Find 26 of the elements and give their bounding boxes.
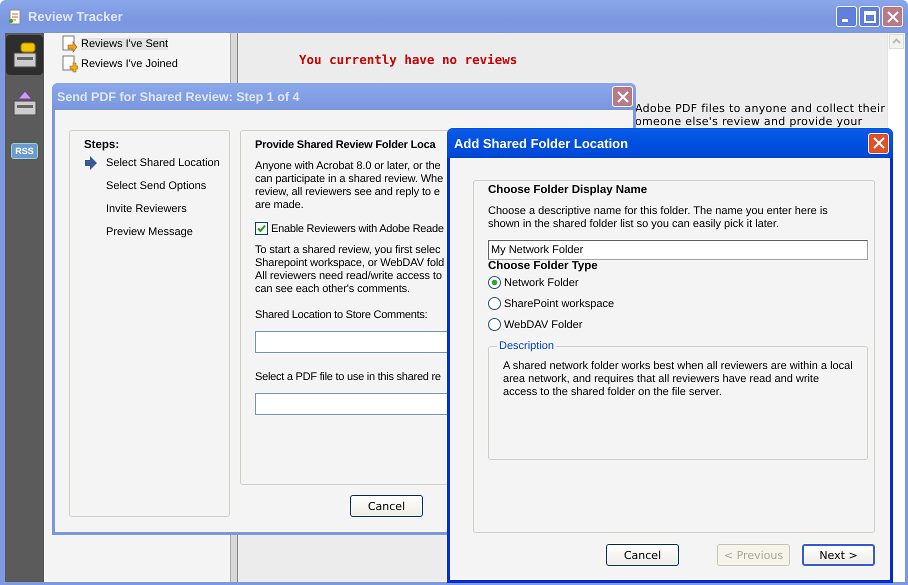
info-text: omeone else's review and provide your [635,115,864,128]
section-heading: Choose Folder Type [488,260,599,272]
steps-heading: Steps: [84,139,120,151]
step-label: Invite Reviewers [106,202,187,214]
section-heading: Choose Folder Display Name [488,184,648,196]
step-label: Select Shared Location [106,156,220,168]
checkbox-label: Enable Reviewers with Adobe Reade [271,222,444,234]
section-heading: Provide Shared Review Folder Loca [255,139,436,151]
dialog-title: Send PDF for Shared Review: Step 1 of 4 [57,90,300,104]
description-legend: Description [497,340,556,352]
rss-badge: RSS [11,143,38,159]
step-label: Preview Message [106,226,193,238]
radio-label: WebDAV Folder [504,318,582,330]
dialog-title: Add Shared Folder Location [454,136,630,150]
intro-text: Anyone with Acrobat 8.0 or later, or the can participate in a shared review. Whe review, all reviewers see and reply to e are made. [255,160,444,212]
field-label: Shared Location to Store Comments: [255,309,428,321]
radio-label: Network Folder [504,276,579,288]
empty-message: You currently have no reviews [299,52,518,67]
step-label: Select Send Options [106,180,206,192]
description-text: A shared network folder works best when all reviewers are within a local area network, and requires that all reviewers have read and write access to the shared folder on the file server. [503,360,854,399]
help-text: Choose a descriptive name for this folder. The name you enter here is shown in the shared folder list so you can easily pick it later. [488,205,829,231]
info-text: Adobe PDF files to anyone and collect their [635,102,886,115]
radio-label: SharePoint workspace [504,298,614,310]
field-label: Select a PDF file to use in this shared re [255,371,441,383]
window-title: Review Tracker [28,9,124,24]
explanation-text: To start a shared review, you first selec Sharepoint workspace, or WebDAV fold All reviewers need read/write access to can see each other's comments. [255,244,444,296]
